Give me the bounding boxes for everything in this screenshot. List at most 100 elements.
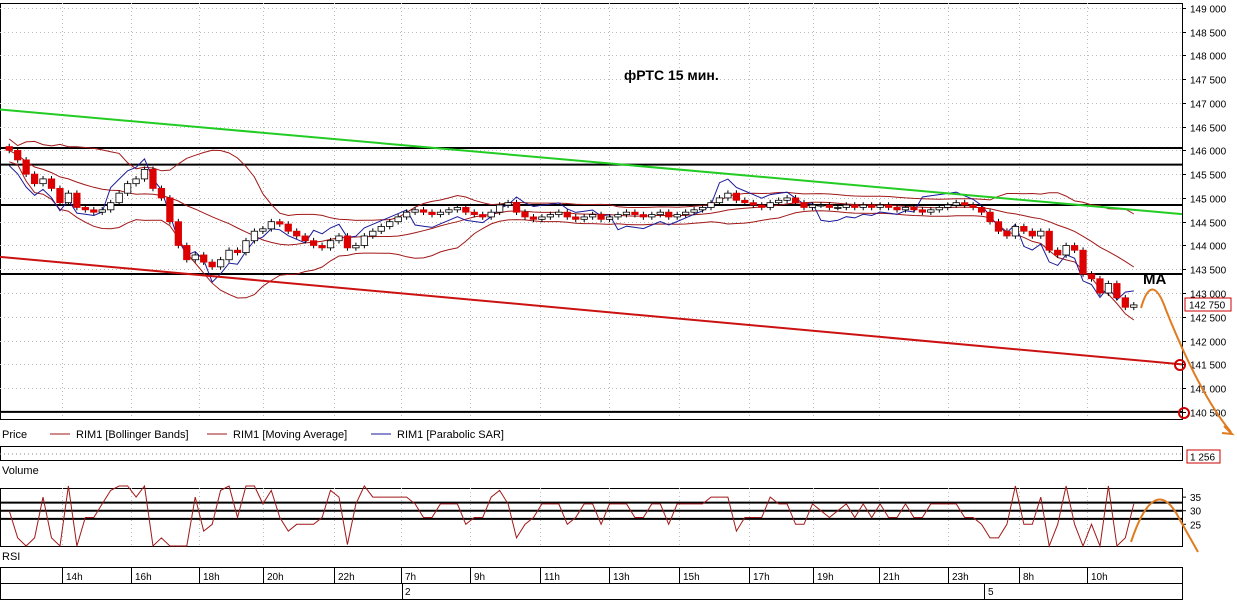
candle-body (732, 192, 741, 201)
candle-body (614, 214, 622, 218)
time-label: 11h (544, 572, 560, 583)
candle-body (825, 204, 834, 208)
legend-parabolic-sar: RIM1 [Parabolic SAR] (397, 429, 504, 441)
candle-body (107, 202, 115, 211)
candle-body (529, 216, 538, 220)
candle-body (1104, 283, 1113, 294)
candle-body (859, 204, 867, 208)
candle (343, 233, 352, 251)
candle (1113, 280, 1121, 301)
candle-body (166, 197, 174, 223)
candle-body (538, 216, 546, 220)
candle-body (132, 178, 140, 185)
candle-body (546, 214, 554, 218)
candle-body (910, 207, 918, 211)
candle-body (1045, 230, 1053, 251)
price-tick-label: 147 500 (1190, 76, 1227, 87)
candle-body (318, 245, 326, 249)
volume-label: Volume (2, 465, 39, 477)
candle-body (589, 214, 597, 218)
chart-canvas: 149 000 148 500 148 000 147 500 147 000 146 5… (0, 3, 1235, 600)
candle-body (1130, 304, 1138, 308)
candle-body (73, 192, 81, 208)
price-tick-label: 149 000 (1190, 5, 1227, 16)
candle-body (436, 211, 445, 215)
candle-body (56, 188, 64, 204)
candle (73, 190, 81, 211)
price-axis: 149 000 148 500 148 000 147 500 147 000 146 5… (1182, 5, 1227, 420)
candle-body (842, 204, 850, 208)
price-tick-label: 146 500 (1190, 124, 1227, 135)
candle-body (208, 261, 216, 268)
candle-body (183, 245, 191, 261)
candle-body (690, 209, 698, 213)
candle-body (631, 211, 639, 215)
time-label: 16h (135, 572, 152, 583)
candle-body (986, 211, 994, 223)
candle-body (445, 209, 453, 213)
candle-body (377, 226, 385, 232)
candle-body (453, 207, 461, 211)
candle-body (682, 211, 690, 215)
candle-body (242, 240, 250, 253)
candle-body (386, 221, 394, 227)
candle-body (512, 202, 521, 213)
candle-body (1054, 249, 1062, 256)
candle (56, 185, 64, 206)
candle-body (884, 204, 893, 208)
candle-body (394, 216, 402, 223)
candle-body (5, 146, 13, 151)
candle-body (597, 214, 605, 220)
price-tick-label: 145 500 (1190, 171, 1227, 182)
volume-value-label: 1 256 (1190, 453, 1215, 464)
candle-body (775, 199, 783, 204)
candle-body (555, 211, 563, 215)
time-label: 22h (338, 572, 355, 583)
candle (1096, 275, 1104, 296)
candle-body (1079, 249, 1087, 275)
candle-body (326, 240, 335, 249)
candle-body (605, 216, 614, 220)
candle (242, 237, 250, 256)
candle-body (876, 204, 884, 208)
rsi-label: RSI (2, 551, 20, 563)
candle-body (115, 192, 123, 204)
candle-body (200, 254, 208, 263)
candle-body (817, 204, 825, 207)
candle-body (496, 204, 504, 213)
candle-body (411, 209, 419, 213)
time-label: 10h (1091, 572, 1108, 583)
candle-body (174, 221, 182, 246)
candle-body (1020, 226, 1028, 232)
candle-body (1028, 230, 1036, 237)
candle-body (276, 221, 284, 225)
candle-body (479, 214, 487, 218)
candle-body (487, 211, 495, 218)
candle-body (918, 209, 927, 213)
candle-body (149, 168, 157, 189)
candle-body (580, 216, 588, 220)
candle-body (656, 211, 664, 215)
candle-body (563, 211, 571, 218)
price-tick-label: 141 500 (1190, 361, 1227, 372)
candle-body (233, 249, 242, 253)
candle-body (724, 192, 732, 199)
candle-body (428, 211, 436, 215)
candle-body (1003, 230, 1011, 237)
candle-body (352, 245, 360, 249)
candle-body (1087, 273, 1096, 280)
price-tick-label: 144 000 (1190, 242, 1227, 253)
price-tick-label: 145 000 (1190, 195, 1227, 206)
time-label: 13h (613, 572, 630, 583)
candle-body (335, 235, 343, 242)
candle-body (741, 199, 749, 204)
candle-body (123, 183, 132, 194)
candle (1045, 228, 1053, 254)
candle-body (648, 214, 656, 218)
candle-body (927, 209, 935, 213)
candle-body (1121, 297, 1129, 308)
candle-body (791, 197, 800, 204)
candle-body (225, 249, 233, 261)
candle-body (961, 202, 969, 206)
candle-body (64, 192, 73, 204)
